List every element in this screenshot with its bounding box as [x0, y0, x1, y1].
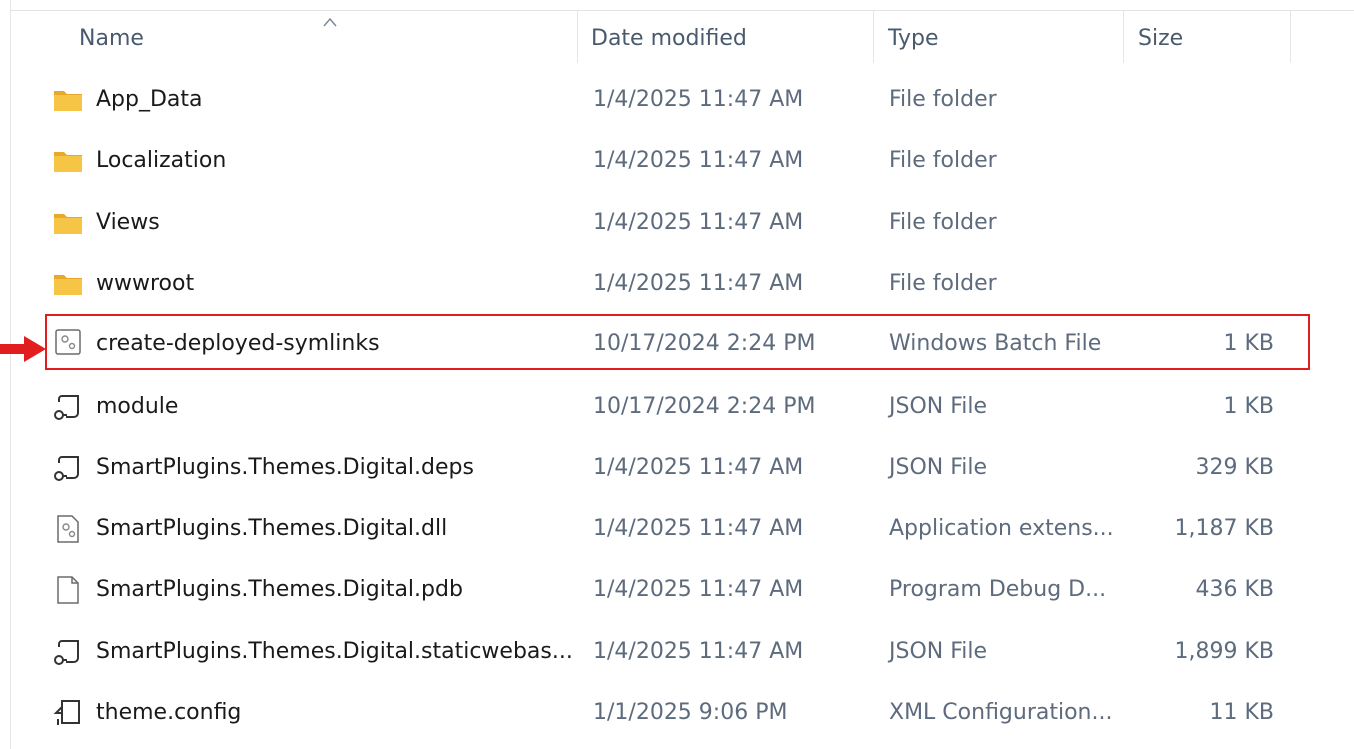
- file-row[interactable]: wwwroot 1/4/2025 11:47 AM File folder: [45, 256, 1310, 312]
- file-size: 1,187 KB: [1174, 516, 1275, 541]
- chevron-up-icon: [323, 17, 337, 27]
- file-row[interactable]: SmartPlugins.Themes.Digital.staticwebas.…: [45, 624, 1310, 680]
- file-name: theme.config: [96, 700, 242, 725]
- file-type: File folder: [889, 87, 997, 112]
- file-date-modified: 1/4/2025 11:47 AM: [593, 639, 804, 664]
- file-type: JSON File: [889, 639, 988, 664]
- column-divider[interactable]: [1290, 11, 1291, 63]
- file-type: Program Debug D...: [889, 577, 1107, 602]
- file-date-modified: 1/4/2025 11:47 AM: [593, 577, 804, 602]
- file-row[interactable]: Localization 1/4/2025 11:47 AM File folder: [45, 133, 1310, 189]
- column-header-name[interactable]: Name: [10, 11, 577, 67]
- file-size: 1 KB: [1223, 331, 1274, 356]
- file-date-modified: 1/4/2025 11:47 AM: [593, 148, 804, 173]
- file-type: Application extens...: [889, 516, 1114, 541]
- batch-file-icon: [53, 328, 83, 356]
- file-type: JSON File: [889, 394, 988, 419]
- red-arrow-pointer: [0, 336, 46, 362]
- file-name: App_Data: [96, 87, 203, 112]
- json-file-icon: [53, 638, 83, 666]
- file-name: SmartPlugins.Themes.Digital.deps: [96, 455, 474, 480]
- file-type: File folder: [889, 148, 997, 173]
- file-row[interactable]: Views 1/4/2025 11:47 AM File folder: [45, 195, 1310, 251]
- file-name: SmartPlugins.Themes.Digital.pdb: [96, 577, 463, 602]
- column-header-row: Name Date modified Type Size: [10, 10, 1354, 67]
- file-name: Localization: [96, 148, 227, 173]
- folder-icon: [53, 209, 83, 237]
- file-name: create-deployed-symlinks: [96, 331, 380, 356]
- column-header-name-label: Name: [79, 26, 144, 51]
- file-date-modified: 1/4/2025 11:47 AM: [593, 516, 804, 541]
- file-size: 1 KB: [1223, 394, 1274, 419]
- file-size: 436 KB: [1195, 577, 1274, 602]
- file-date-modified: 10/17/2024 2:24 PM: [593, 394, 816, 419]
- file-row[interactable]: SmartPlugins.Themes.Digital.deps 1/4/2025…: [45, 440, 1310, 496]
- file-size: 329 KB: [1195, 455, 1274, 480]
- file-name: wwwroot: [96, 271, 195, 296]
- column-header-date-label: Date modified: [591, 26, 747, 51]
- file-name: Views: [96, 210, 160, 235]
- folder-icon: [53, 86, 83, 114]
- folder-icon: [53, 270, 83, 298]
- file-date-modified: 1/1/2025 9:06 PM: [593, 700, 788, 725]
- file-explorer: Name Date modified Type Size App_Data 1/4…: [0, 0, 1354, 749]
- folder-icon: [53, 147, 83, 175]
- file-date-modified: 10/17/2024 2:24 PM: [593, 331, 816, 356]
- json-file-icon: [53, 454, 83, 482]
- file-date-modified: 1/4/2025 11:47 AM: [593, 271, 804, 296]
- column-header-size[interactable]: Size: [1124, 11, 1290, 67]
- file-type: File folder: [889, 210, 997, 235]
- file-type: JSON File: [889, 455, 988, 480]
- file-row[interactable]: SmartPlugins.Themes.Digital.pdb 1/4/2025 …: [45, 562, 1310, 618]
- column-header-type-label: Type: [888, 26, 939, 51]
- file-row[interactable]: App_Data 1/4/2025 11:47 AM File folder: [45, 72, 1310, 128]
- file-name: module: [96, 394, 179, 419]
- file-row[interactable]: module 10/17/2024 2:24 PM JSON File 1 KB: [45, 379, 1310, 435]
- blank-file-icon: [53, 576, 83, 604]
- file-type: Windows Batch File: [889, 331, 1102, 356]
- file-row[interactable]: SmartPlugins.Themes.Digital.dll 1/4/2025 …: [45, 501, 1310, 557]
- file-date-modified: 1/4/2025 11:47 AM: [593, 87, 804, 112]
- file-date-modified: 1/4/2025 11:47 AM: [593, 210, 804, 235]
- column-header-date[interactable]: Date modified: [578, 11, 873, 67]
- column-header-size-label: Size: [1138, 26, 1184, 51]
- column-header-type[interactable]: Type: [874, 11, 1123, 67]
- file-row[interactable]: create-deployed-symlinks 10/17/2024 2:24 …: [45, 314, 1310, 370]
- pane-edge: [10, 0, 11, 749]
- file-type: XML Configuration...: [889, 700, 1113, 725]
- file-name: SmartPlugins.Themes.Digital.staticwebas.…: [96, 639, 573, 664]
- file-size: 11 KB: [1209, 700, 1274, 725]
- file-type: File folder: [889, 271, 997, 296]
- file-size: 1,899 KB: [1174, 639, 1275, 664]
- dll-file-icon: [53, 515, 83, 543]
- config-file-icon: [53, 699, 83, 727]
- file-date-modified: 1/4/2025 11:47 AM: [593, 455, 804, 480]
- file-row[interactable]: theme.config 1/1/2025 9:06 PM XML Configur…: [45, 685, 1310, 741]
- file-name: SmartPlugins.Themes.Digital.dll: [96, 516, 448, 541]
- json-file-icon: [53, 393, 83, 421]
